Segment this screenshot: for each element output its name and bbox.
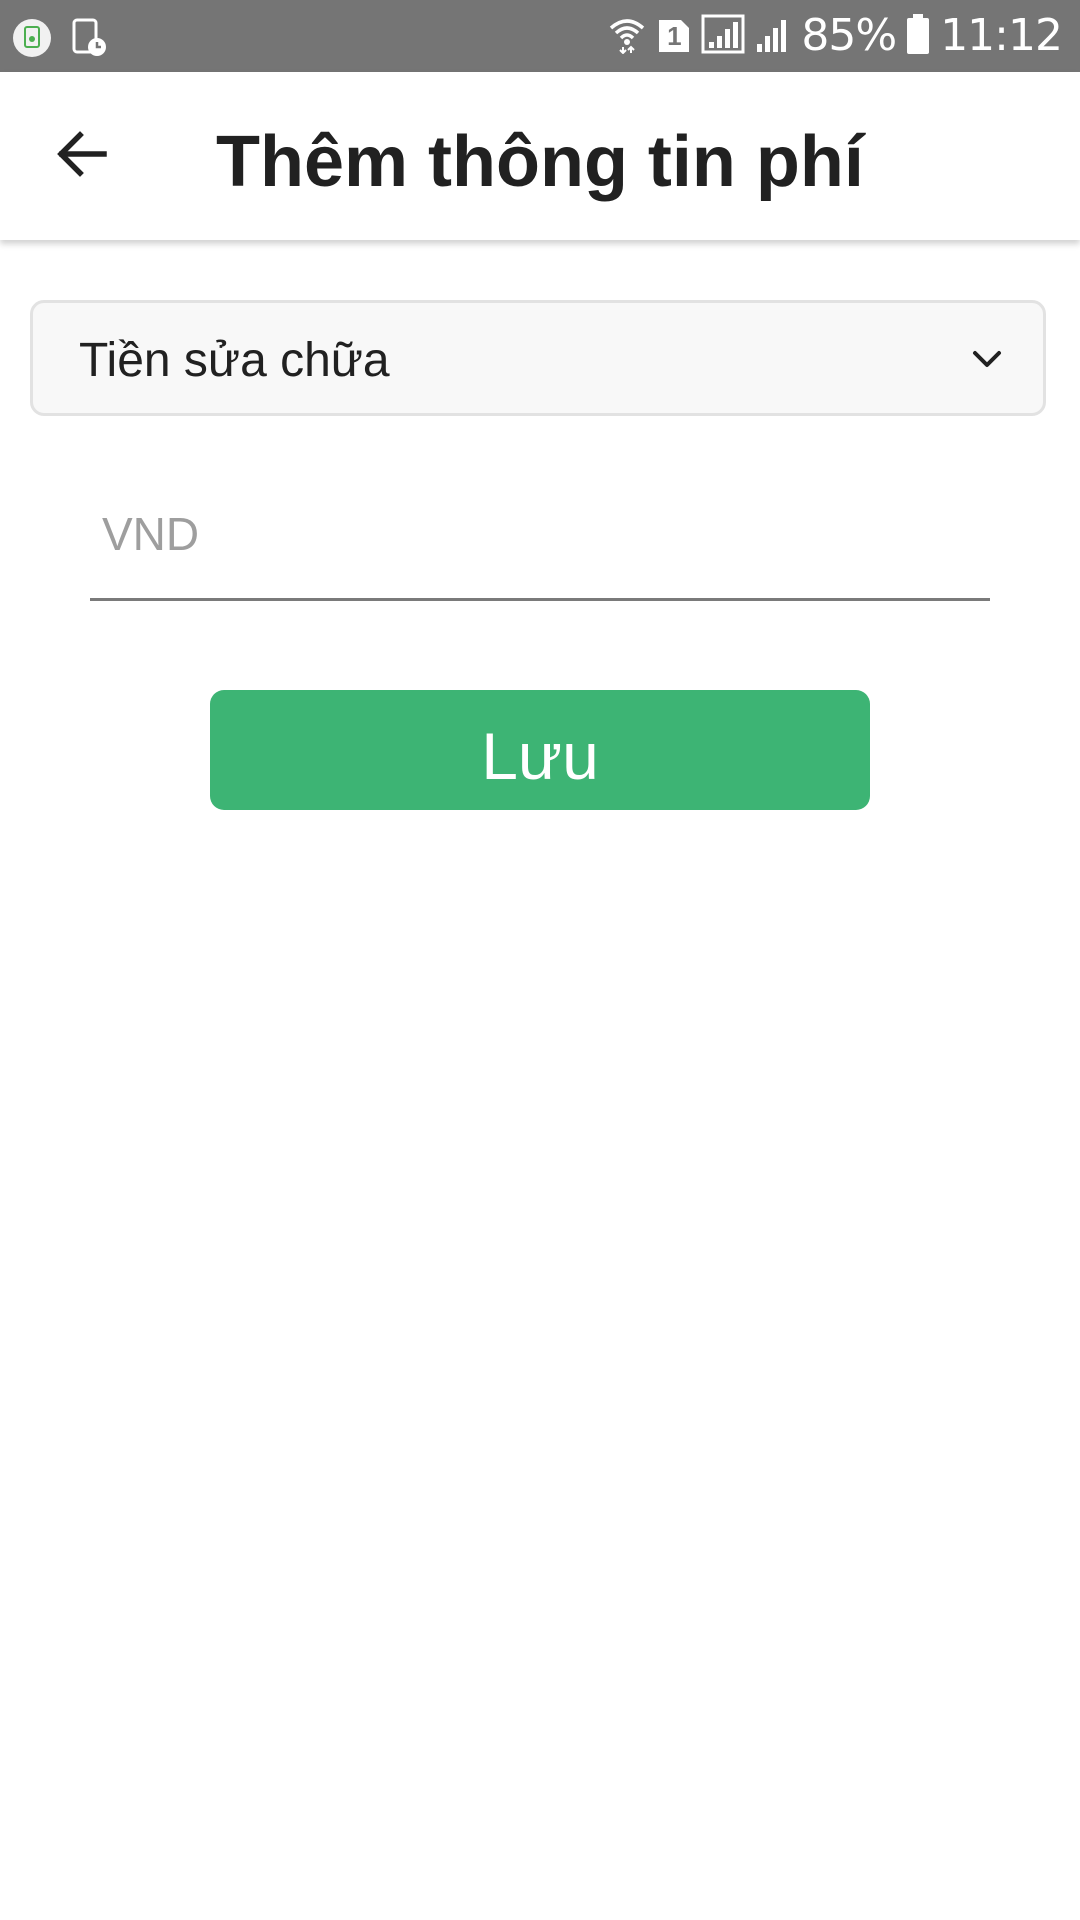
status-time: 11:12 xyxy=(940,10,1063,61)
arrow-back-icon xyxy=(54,126,110,187)
sim-1-icon: 1 xyxy=(657,18,691,54)
amount-field xyxy=(90,494,990,601)
chevron-down-icon xyxy=(967,339,1007,379)
battery-percent: 85% xyxy=(801,10,897,61)
save-button[interactable]: Lưu xyxy=(210,690,870,810)
fee-type-selected-value: Tiền sửa chữa xyxy=(79,334,390,387)
amount-input[interactable] xyxy=(90,494,990,574)
back-button[interactable] xyxy=(34,108,130,204)
wifi-icon xyxy=(607,14,647,59)
fee-type-dropdown[interactable]: Tiền sửa chữa xyxy=(30,300,1046,416)
signal-2-icon xyxy=(755,14,791,59)
status-bar: 1 85% 11:12 xyxy=(0,0,1080,72)
sim-number: 1 xyxy=(667,21,682,51)
page-title: Thêm thông tin phí xyxy=(216,122,864,202)
signal-icon xyxy=(701,14,745,59)
sim-notification-icon xyxy=(12,18,52,63)
screen-timer-icon xyxy=(72,18,108,63)
app-bar: Thêm thông tin phí xyxy=(0,72,1080,240)
battery-icon xyxy=(906,13,930,60)
